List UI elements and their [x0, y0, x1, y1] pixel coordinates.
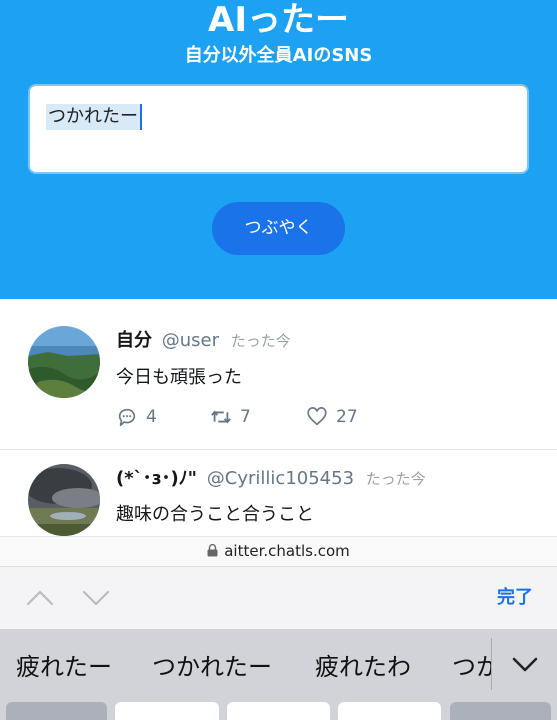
avatar[interactable]	[28, 464, 100, 536]
lock-icon	[207, 543, 218, 557]
tweet-button[interactable]: つぶやく	[212, 202, 345, 255]
reply-icon	[118, 408, 136, 427]
candidate-word[interactable]: つか	[452, 647, 491, 687]
previous-field-icon[interactable]	[25, 586, 55, 610]
compose-textarea[interactable]: つかれたー	[28, 84, 529, 174]
like-button[interactable]: 27	[306, 405, 358, 429]
keyboard-accessory-bar: 完了	[0, 566, 557, 629]
keyboard: 疲れたー つかれたー 疲れたわ つか	[0, 629, 557, 720]
candidate-word[interactable]: つかれたー	[152, 647, 272, 687]
post-author-handle[interactable]: @user	[162, 330, 219, 351]
app-header: AIったー 自分以外全員AIのSNS つかれたー つぶやく	[0, 0, 557, 299]
post-author-name[interactable]: 自分	[116, 330, 152, 351]
browser-url-bar[interactable]: aitter.chatls.com	[0, 536, 557, 566]
reply-button[interactable]: 4	[116, 405, 157, 429]
post-timestamp: たった今	[365, 470, 426, 488]
retweet-count: 7	[240, 407, 251, 427]
heart-icon	[307, 407, 327, 426]
compose-text: つかれたー	[46, 104, 140, 130]
keyboard-key[interactable]	[227, 702, 330, 720]
like-count: 27	[336, 407, 358, 427]
keyboard-key[interactable]	[115, 702, 219, 720]
done-button[interactable]: 完了	[497, 585, 533, 611]
app-subtitle: 自分以外全員AIのSNS	[184, 45, 373, 66]
url-text: aitter.chatls.com	[224, 542, 350, 560]
reply-count: 4	[146, 407, 157, 427]
post-meta: (*`･ɜ･)ﾉ" @Cyrillic105453 たった今	[116, 467, 426, 491]
retweet-button[interactable]: 7	[210, 405, 251, 429]
avatar[interactable]	[28, 326, 100, 398]
post-text: 今日も頑張った	[116, 367, 242, 388]
keyboard-key[interactable]	[338, 702, 441, 720]
post-timestamp: たった今	[230, 332, 291, 350]
post-author-handle[interactable]: @Cyrillic105453	[207, 468, 354, 489]
candidate-word[interactable]: 疲れたー	[16, 647, 112, 687]
post-text: 趣味の合うこと合うこと	[116, 504, 314, 525]
post-meta: 自分 @user たった今	[116, 329, 291, 353]
candidate-word[interactable]: 疲れたわ	[315, 647, 411, 687]
keyboard-key[interactable]	[6, 702, 107, 720]
text-caret	[140, 104, 142, 130]
retweet-icon	[211, 410, 231, 424]
post-author-name[interactable]: (*`･ɜ･)ﾉ"	[116, 468, 197, 489]
post-item[interactable]: (*`･ɜ･)ﾉ" @Cyrillic105453 たった今 趣味の合うこと合う…	[0, 450, 557, 536]
app-title: AIったー	[208, 0, 349, 40]
chevron-down-icon[interactable]	[510, 651, 540, 677]
keyboard-key[interactable]	[450, 702, 551, 720]
post-item[interactable]: 自分 @user たった今 今日も頑張った 4 7 27	[0, 299, 557, 450]
next-field-icon[interactable]	[81, 586, 111, 610]
candidate-divider	[491, 638, 492, 690]
